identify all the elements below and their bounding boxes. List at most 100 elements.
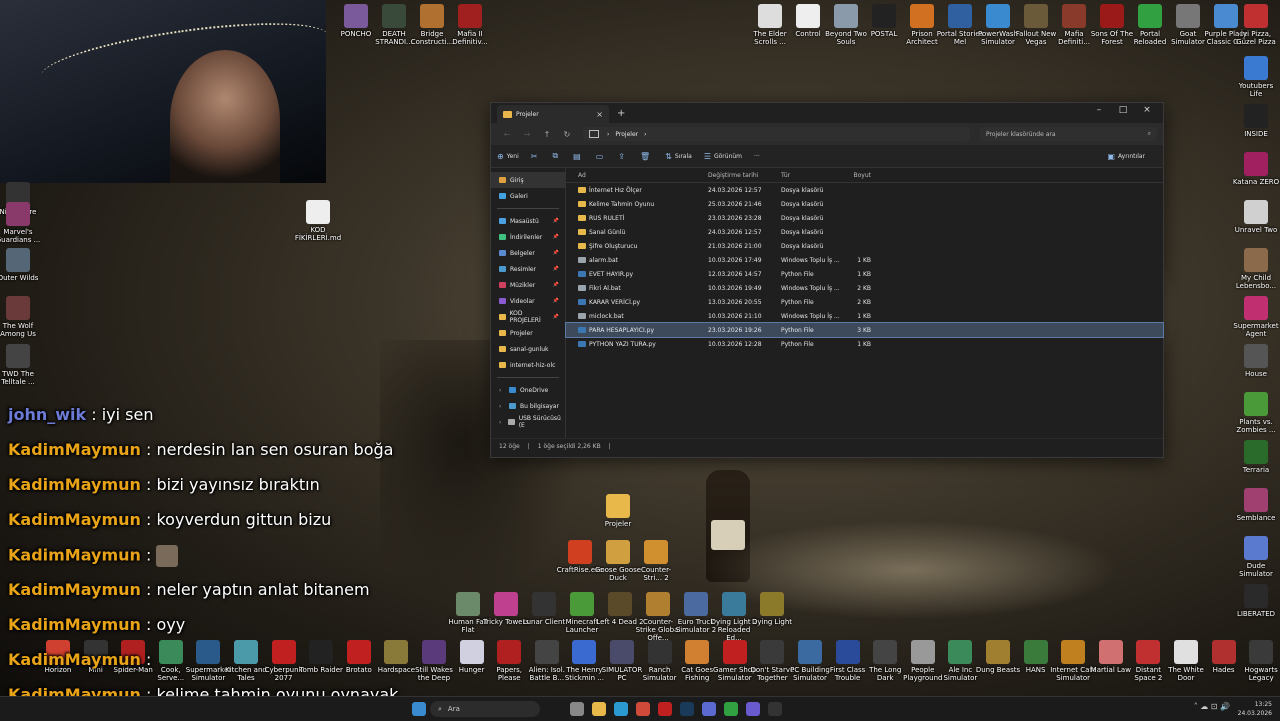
clock[interactable]: 13:25 24.03.2026 <box>1238 700 1272 718</box>
cut-button[interactable]: ✂ <box>531 152 541 161</box>
close-tab-icon[interactable]: × <box>596 110 603 119</box>
rename-button[interactable]: ▭ <box>596 152 607 161</box>
delete-button[interactable]: 🗑 <box>640 152 653 161</box>
nav-item[interactable]: Galeri <box>491 188 565 204</box>
desktop-icon-top[interactable]: Mafia II Definitiv... <box>446 4 494 46</box>
tab-projeler[interactable]: Projeler × <box>497 105 609 123</box>
back-arrow-icon[interactable]: ← <box>497 130 517 139</box>
nav-item[interactable]: İndirilenler 📌 <box>491 229 565 245</box>
nav-item[interactable]: › USB Sürücüsü (E <box>491 414 565 430</box>
file-list: Ad Değiştirme tarihi Tür Boyut İnternet … <box>565 168 1164 438</box>
paste-button[interactable]: ▤ <box>573 152 584 161</box>
xbox-icon[interactable] <box>724 702 738 716</box>
desktop-icon-right[interactable]: House <box>1232 344 1280 378</box>
expand-chevron-icon[interactable]: › <box>499 419 508 426</box>
nav-item[interactable]: Resimler 📌 <box>491 261 565 277</box>
nav-item[interactable]: Videolar 📌 <box>491 293 565 309</box>
nav-item[interactable]: sanal-gunluk <box>491 341 565 357</box>
nav-item[interactable]: Belgeler 📌 <box>491 245 565 261</box>
new-button[interactable]: ⊕ Yeni <box>497 152 519 161</box>
share-button[interactable]: ⇪ <box>618 152 628 161</box>
file-row[interactable]: alarm.bat 10.03.2026 17:49 Windows Toplu İ… <box>566 253 1163 267</box>
desktop-icon-left[interactable]: Marvel's Guardians ... <box>0 202 42 244</box>
desktop-icon-row2[interactable]: Hogwarts Legacy <box>1237 640 1280 682</box>
address-input[interactable]: › Projeler › <box>583 127 970 141</box>
teams-icon[interactable] <box>746 702 760 716</box>
nav-item[interactable]: Projeler <box>491 325 565 341</box>
file-name: Kelime Tahmin Oyunu <box>589 200 655 208</box>
file-row[interactable]: Fikri Al.bat 10.03.2026 19:49 Windows Topl… <box>566 281 1163 295</box>
chat-message: KadimMaymun : neler yaptın anlat bitanem <box>8 580 438 615</box>
desktop-icon-right[interactable]: Dude Simulator <box>1232 536 1280 578</box>
details-button[interactable]: ▣ Ayrıntılar <box>1107 152 1145 161</box>
desktop-icon-right[interactable]: INSIDE <box>1232 104 1280 138</box>
edge-icon[interactable] <box>614 702 628 716</box>
file-row[interactable]: PYTHON YAZI TURA.py 10.03.2026 12:28 Pytho… <box>566 337 1163 351</box>
start-icon[interactable] <box>412 702 426 716</box>
up-arrow-icon[interactable]: ↑ <box>537 130 557 139</box>
opera-icon[interactable] <box>658 702 672 716</box>
nav-item[interactable]: Giriş <box>491 172 565 188</box>
file-row[interactable]: Sanal Günlü 24.03.2026 12:57 Dosya klasörü <box>566 225 1163 239</box>
desktop-icon-right[interactable]: Katana ZERO <box>1232 152 1280 186</box>
column-type[interactable]: Tür <box>781 172 841 179</box>
nav-item[interactable]: › Bu bilgisayar <box>491 398 565 414</box>
more-button[interactable]: ··· <box>754 153 760 160</box>
desktop-icon-right[interactable]: LIBERATED <box>1232 584 1280 618</box>
search-input[interactable]: Projeler klasöründe ara ⌕ <box>980 127 1157 141</box>
desktop-icon-left[interactable]: TWD The Telltale ... <box>0 344 42 386</box>
nav-item[interactable]: KOD PROJELERİ 📌 <box>491 309 565 325</box>
file-row[interactable]: EVET HAYIR.py 12.03.2026 14:57 Python File… <box>566 267 1163 281</box>
desktop-icon-right[interactable]: Plants vs. Zombies ... <box>1232 392 1280 434</box>
task-view-icon[interactable] <box>570 702 584 716</box>
file-row[interactable]: İnternet Hız Ölçer 24.03.2026 12:57 Dosya … <box>566 183 1163 197</box>
desktop-icon-right[interactable]: Supermarket Agent <box>1232 296 1280 338</box>
column-size[interactable]: Boyut <box>841 172 872 179</box>
refresh-icon[interactable]: ↻ <box>557 130 577 139</box>
desktop-icon-right[interactable]: Unravel Two <box>1232 200 1280 234</box>
desktop-icon-left[interactable]: The Wolf Among Us <box>0 296 42 338</box>
sort-button[interactable]: ⇅ Sırala <box>665 152 692 161</box>
nav-item[interactable]: Masaüstü 📌 <box>491 213 565 229</box>
file-row[interactable]: RUS RULETİ 23.03.2026 23:28 Dosya klasörü <box>566 211 1163 225</box>
file-row[interactable]: Kelime Tahmin Oyunu 25.03.2026 21:46 Dosya… <box>566 197 1163 211</box>
desktop-icon-mid[interactable]: Counter-Stri... 2 <box>632 540 680 582</box>
file-row[interactable]: KARAR VERİCİ.py 13.03.2026 20:55 Python Fi… <box>566 295 1163 309</box>
view-button[interactable]: ☰ Görünüm <box>704 152 742 161</box>
column-name[interactable]: Ad <box>566 172 708 179</box>
close-window-button[interactable]: × <box>1135 103 1159 117</box>
steam-icon[interactable] <box>680 702 694 716</box>
discord-icon[interactable] <box>702 702 716 716</box>
file-row[interactable]: miclock.bat 10.03.2026 21:10 Windows Toplu… <box>566 309 1163 323</box>
file-row[interactable]: Şifre Oluşturucu 21.03.2026 21:00 Dosya kl… <box>566 239 1163 253</box>
forward-arrow-icon[interactable]: → <box>517 130 537 139</box>
chrome-icon[interactable] <box>636 702 650 716</box>
minimize-button[interactable]: – <box>1087 103 1111 117</box>
new-tab-button[interactable]: + <box>617 108 625 119</box>
nav-item[interactable]: internet-hiz-olc <box>491 357 565 373</box>
explorer-icon[interactable] <box>592 702 606 716</box>
desktop-icon-row1[interactable]: Dying Light <box>748 592 796 626</box>
app-icon <box>1061 640 1086 664</box>
desktop-icon-right[interactable]: Terraria <box>1232 440 1280 474</box>
obs-icon[interactable] <box>768 702 782 716</box>
nav-item[interactable]: › OneDrive <box>491 382 565 398</box>
file-row[interactable]: PARA HESAPLAYICI.py 23.03.2026 19:26 Pytho… <box>565 322 1164 338</box>
desktop-icon-label: Unravel Two <box>1234 226 1278 234</box>
desktop-icon-right[interactable]: Youtubers Life <box>1232 56 1280 98</box>
desktop-icon-right[interactable]: Semblance <box>1232 488 1280 522</box>
desktop-icon-top[interactable]: İyi Pizza, Güzel Pizza <box>1232 4 1280 46</box>
taskbar-search[interactable]: ⌕ Ara <box>430 701 540 717</box>
breadcrumb-projeler[interactable]: Projeler <box>615 131 638 138</box>
desktop-icon-mid[interactable]: Projeler <box>594 494 642 528</box>
column-date[interactable]: Değiştirme tarihi <box>708 172 781 179</box>
nav-item[interactable]: Müzikler 📌 <box>491 277 565 293</box>
desktop-icon-left[interactable]: Outer Wilds <box>0 248 42 282</box>
maximize-button[interactable]: □ <box>1111 103 1135 117</box>
expand-chevron-icon[interactable]: › <box>499 403 509 410</box>
expand-chevron-icon[interactable]: › <box>499 387 509 394</box>
system-tray[interactable]: ˄ ☁ ⊡ 🔊 <box>1194 702 1230 711</box>
copy-button[interactable]: ⧉ <box>552 151 561 161</box>
desktop-icon-right[interactable]: My Child Lebensbo... <box>1232 248 1280 290</box>
desktop-icon-mid[interactable]: KOD FİKİRLERİ.md <box>294 200 342 242</box>
